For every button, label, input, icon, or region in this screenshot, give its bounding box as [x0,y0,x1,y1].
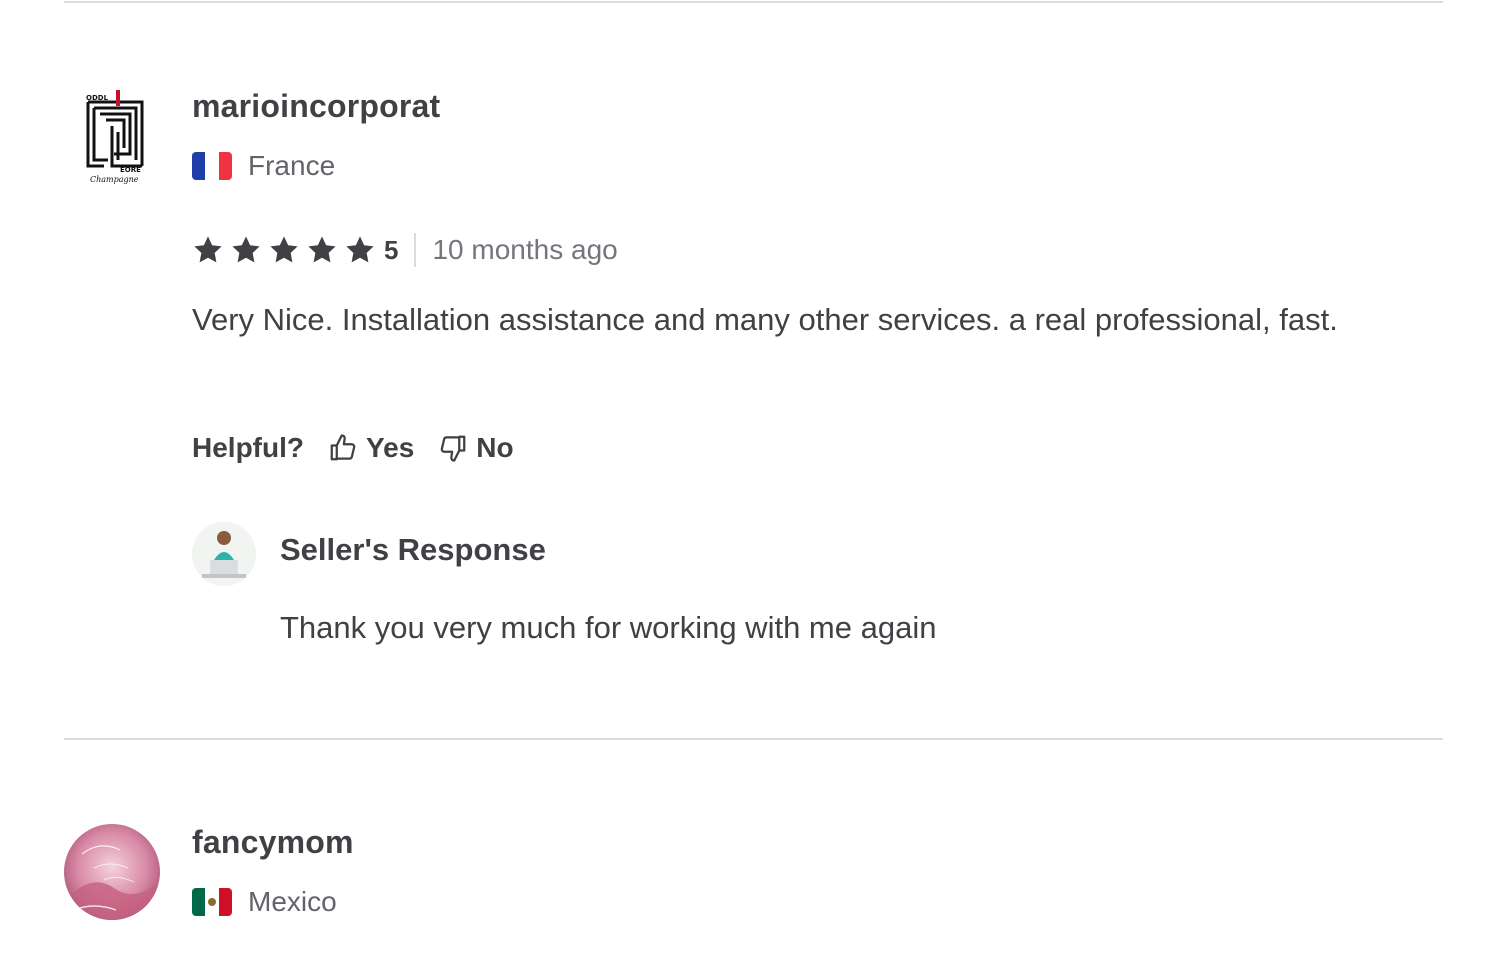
seller-response-title: Seller's Response [280,532,546,567]
helpful-yes-button[interactable]: Yes [328,432,414,464]
review-time: 10 months ago [432,234,618,265]
reviewer-username[interactable]: marioincorporat [192,88,440,125]
seller-avatar[interactable] [192,522,256,586]
reviewer-avatar[interactable] [64,824,160,920]
star-icon [232,236,260,263]
svg-text:EORE: EORE [120,166,141,174]
review-text: Very Nice. Installation assistance and m… [192,302,1338,337]
seller-avatar-icon [192,522,256,586]
country-name: France [248,150,336,181]
pink-decorative-avatar-icon [64,824,160,920]
helpful-no-button[interactable]: No [438,432,514,464]
champagne-logo-icon: ODDL EORE Champagne [64,80,160,192]
mexico-emblem-icon [208,898,216,906]
top-divider [64,1,1443,3]
seller-response-text: Thank you very much for working with me … [280,610,937,645]
france-flag-icon [192,152,232,180]
rating-score: 5 [384,234,399,265]
helpful-label: Helpful? [192,432,304,463]
star-icon [308,236,336,263]
review-divider [64,738,1443,740]
reviewer-avatar[interactable]: ODDL EORE Champagne [64,80,160,192]
country-name: Mexico [248,886,337,917]
helpful-yes-label: Yes [366,432,415,463]
helpful-no-label: No [476,432,514,463]
reviewer-country: France [192,146,335,186]
rating-row: 5 10 months ago [192,228,618,272]
mexico-flag-icon [192,888,232,916]
star-icon [194,236,222,263]
svg-text:Champagne: Champagne [90,175,139,184]
reviews-page: ODDL EORE Champagne marioincorporat Fran… [0,0,1488,955]
thumbs-up-icon [330,434,356,461]
thumbs-down-icon [440,435,466,462]
svg-text:ODDL: ODDL [86,94,109,102]
star-icon [270,236,298,263]
rating-separator [414,233,417,267]
helpful-row: Helpful? Yes No [192,426,514,470]
reviewer-username[interactable]: fancymom [192,824,354,861]
star-icon [346,236,374,263]
star-rating [192,234,382,266]
reviewer-country: Mexico [192,882,337,922]
